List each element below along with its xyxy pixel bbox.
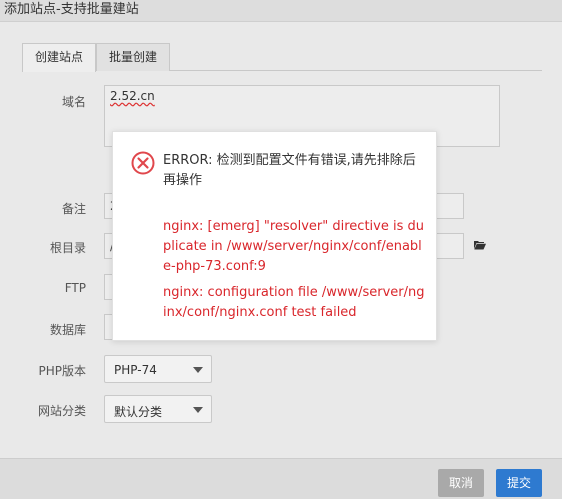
tab-batch-create[interactable]: 批量创建	[96, 43, 171, 71]
database-label: 数据库	[49, 323, 86, 337]
error-message-line: nginx: [emerg] "resolver" directive is d…	[163, 219, 424, 274]
site-category-value: 默认分类	[114, 405, 163, 419]
site-category-select[interactable]: 默认分类	[104, 395, 212, 423]
cancel-button[interactable]: 取消	[438, 469, 484, 497]
dialog-footer: 取消 提交	[0, 458, 562, 499]
error-circle-icon	[131, 151, 155, 175]
error-message-line: nginx: configuration file /www/server/ng…	[163, 285, 425, 320]
domain-label: 域名	[61, 95, 86, 109]
site-category-label: 网站分类	[37, 404, 86, 418]
tab-bar: 创建站点 批量创建	[22, 43, 542, 72]
ftp-label: FTP	[64, 281, 86, 295]
php-version-label: PHP版本	[38, 364, 87, 378]
dialog-titlebar: 添加站点-支持批量建站	[0, 0, 562, 22]
chevron-down-icon	[193, 407, 203, 413]
error-heading: ERROR: 检测到配置文件有错误,请先排除后再操作	[163, 153, 416, 188]
folder-open-icon[interactable]	[474, 240, 486, 250]
root-dir-label: 根目录	[49, 241, 86, 255]
dialog-title: 添加站点-支持批量建站	[4, 2, 139, 17]
php-version-select[interactable]: PHP-74	[104, 355, 212, 383]
remark-label: 备注	[61, 202, 86, 216]
tab-create-site[interactable]: 创建站点	[22, 43, 97, 72]
submit-button[interactable]: 提交	[496, 469, 542, 497]
php-version-value: PHP-74	[114, 363, 157, 377]
chevron-down-icon	[193, 367, 203, 373]
add-site-dialog: 添加站点-支持批量建站 创建站点 批量创建 域名 2.52.cn 备注 2 根目…	[0, 0, 562, 499]
domain-value: 2.52.cn	[110, 89, 155, 103]
error-popup: ERROR: 检测到配置文件有错误,请先排除后再操作 nginx: [emerg…	[112, 131, 437, 341]
